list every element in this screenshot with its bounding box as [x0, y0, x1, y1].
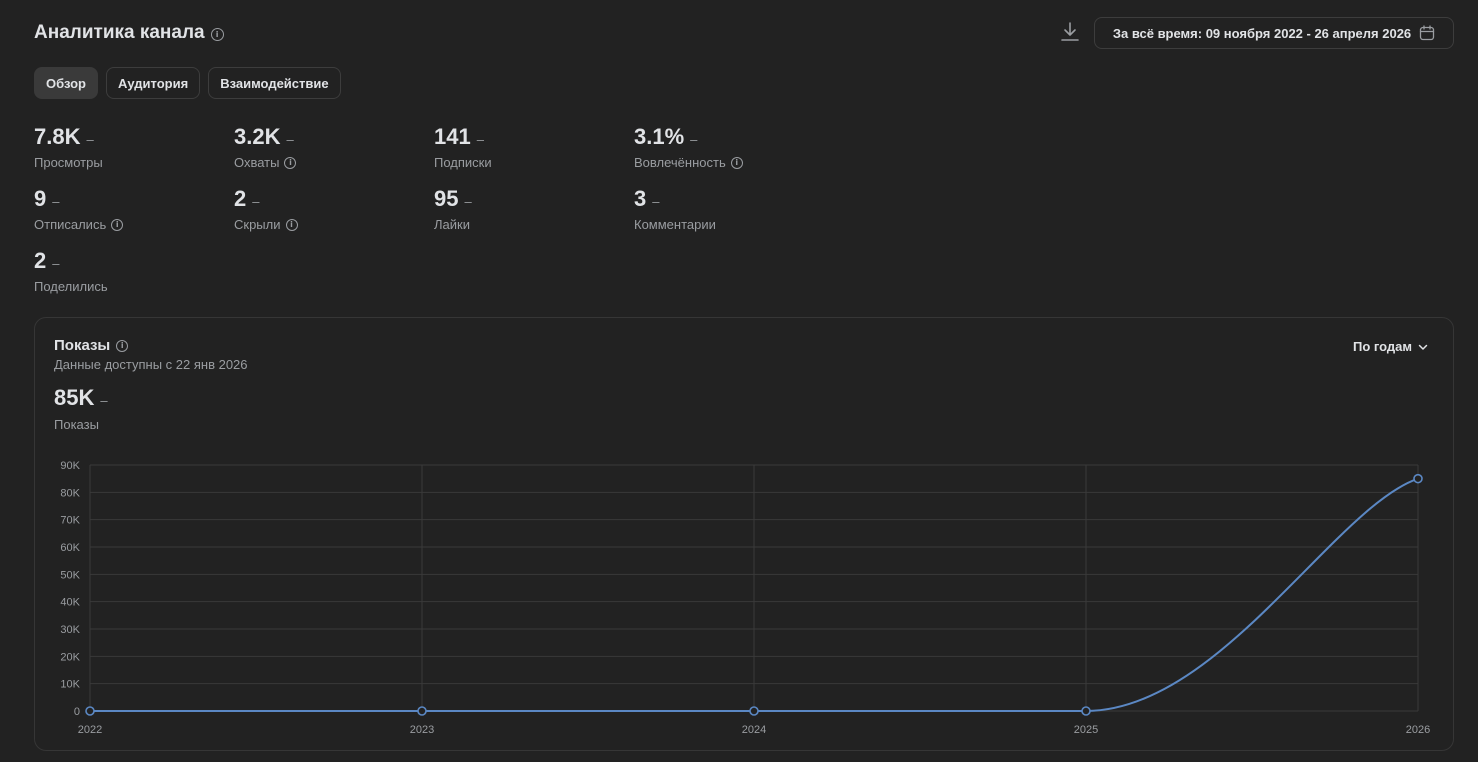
info-icon[interactable]: i	[285, 218, 298, 231]
metric-value: 9	[34, 186, 47, 211]
date-range-button[interactable]: За всё время: 09 ноября 2022 - 26 апреля…	[1094, 17, 1454, 49]
metric-label: Подписки	[434, 155, 492, 170]
metric-views: 7.8K – Просмотры	[34, 124, 234, 170]
metric-value: 95	[434, 186, 459, 211]
tab-overview[interactable]: Обзор	[34, 67, 98, 99]
x-tick-label: 2023	[410, 724, 434, 736]
y-tick-label: 90K	[60, 460, 80, 472]
download-icon	[1061, 22, 1079, 41]
y-tick-label: 30K	[60, 624, 80, 636]
metric-change: –	[286, 132, 294, 147]
data-point	[85, 706, 95, 716]
data-point	[749, 706, 759, 716]
tab-engagement[interactable]: Взаимодействие	[208, 67, 341, 99]
info-icon[interactable]: i	[284, 156, 297, 169]
metric-change: –	[464, 194, 472, 209]
x-tick-label: 2022	[78, 724, 102, 736]
metric-change: –	[252, 194, 260, 209]
metric-label: Лайки	[434, 217, 470, 232]
metric-value: 3	[634, 186, 647, 211]
x-tick-label: 2026	[1406, 724, 1430, 736]
metric-hidden: 2– Скрыли i	[234, 186, 434, 232]
metric-label: Вовлечённость	[634, 155, 726, 170]
calendar-icon	[1420, 25, 1435, 41]
metric-value: 2	[34, 248, 47, 273]
metric-label: Охваты	[234, 155, 280, 170]
metric-likes: 95– Лайки	[434, 186, 634, 232]
metric-change: –	[652, 194, 660, 209]
metric-value: 7.8K	[34, 124, 81, 149]
y-tick-label: 20K	[60, 651, 80, 663]
impressions-card: Показы i Данные доступны с 22 янв 2026 8…	[34, 317, 1454, 751]
metric-value: 2	[234, 186, 247, 211]
metric-label: Поделились	[34, 279, 108, 294]
info-icon[interactable]: i	[730, 156, 743, 169]
data-point	[1081, 706, 1091, 716]
x-tick-label: 2024	[742, 724, 766, 736]
y-tick-label: 50K	[60, 569, 80, 581]
metric-shares: 2– Поделились	[34, 248, 234, 294]
metric-engagement: 3.1% – Вовлечённость i	[634, 124, 834, 170]
metric-change: –	[476, 132, 484, 147]
metric-subscriptions: 141– Подписки	[434, 124, 634, 170]
metric-unsubscribed: 9– Отписались i	[34, 186, 234, 232]
y-tick-label: 0	[74, 706, 80, 718]
download-button[interactable]	[1058, 20, 1082, 44]
page-header: Аналитика канала i	[34, 22, 224, 44]
data-point	[417, 706, 427, 716]
metric-reach: 3.2K – Охваты i	[234, 124, 434, 170]
y-tick-label: 40K	[60, 597, 80, 609]
x-tick-label: 2025	[1074, 724, 1098, 736]
y-tick-label: 60K	[60, 542, 80, 554]
tab-audience[interactable]: Аудитория	[106, 67, 201, 99]
metric-change: –	[86, 132, 94, 147]
metric-comments: 3– Комментарии	[634, 186, 834, 232]
impressions-chart: 0 10K 20K 30K 40K 50K 60K 70K 80K 90K 2022 2023 2024…	[60, 460, 1430, 736]
metric-label: Отписались	[34, 217, 107, 232]
page-title: Аналитика канала	[34, 22, 205, 43]
metric-value: 3.2K	[234, 124, 281, 149]
metric-change: –	[52, 256, 60, 271]
metric-label: Скрыли	[234, 217, 281, 232]
y-tick-label: 70K	[60, 515, 80, 527]
date-range-label: За всё время: 09 ноября 2022 - 26 апреля…	[1112, 25, 1412, 41]
y-tick-label: 10K	[60, 679, 80, 691]
y-tick-label: 80K	[60, 487, 80, 499]
data-point	[1413, 473, 1423, 484]
metric-change: –	[52, 194, 60, 209]
metric-change: –	[690, 132, 698, 147]
metric-label: Просмотры	[34, 155, 103, 170]
tabs: Обзор Аудитория Взаимодействие	[34, 67, 341, 99]
metric-label: Комментарии	[634, 217, 716, 232]
metric-value: 3.1%	[634, 124, 685, 149]
metric-value: 141	[434, 124, 471, 149]
info-icon[interactable]: i	[111, 218, 124, 231]
info-icon[interactable]: i	[210, 28, 224, 41]
